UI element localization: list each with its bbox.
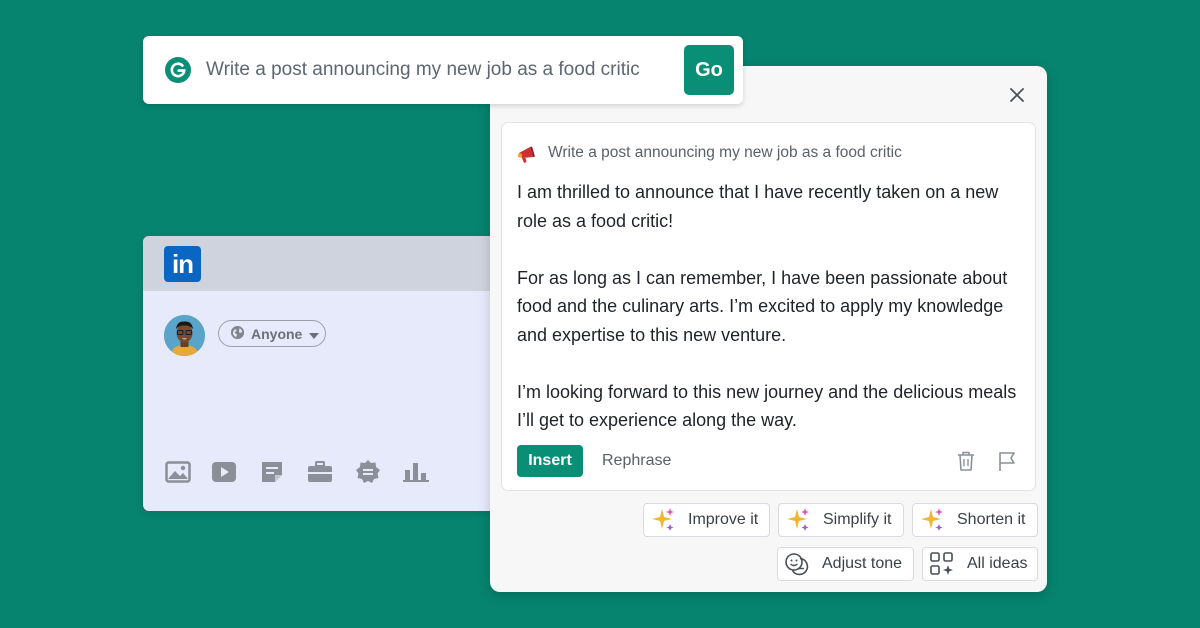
response-paragraph: For as long as I can remember, I have be… <box>517 267 1008 345</box>
chip-label: All ideas <box>967 555 1028 572</box>
linkedin-composer: in Anyone <box>143 236 543 511</box>
document-icon[interactable] <box>258 458 286 486</box>
shorten-it-chip[interactable]: Shorten it <box>912 503 1038 537</box>
rephrase-button[interactable]: Rephrase <box>602 445 671 477</box>
tone-faces-icon <box>784 551 810 577</box>
avatar <box>164 315 205 356</box>
chip-label: Simplify it <box>823 511 892 528</box>
improve-it-chip[interactable]: Improve it <box>643 503 770 537</box>
simplify-it-chip[interactable]: Simplify it <box>778 503 904 537</box>
globe-icon <box>230 325 245 343</box>
grammarly-g-icon <box>165 57 191 83</box>
go-button[interactable]: Go <box>684 45 734 95</box>
assistant-panel: Write a post announcing my new job as a … <box>490 66 1047 592</box>
prompt-bar[interactable]: Write a post announcing my new job as a … <box>143 36 743 104</box>
insert-button[interactable]: Insert <box>517 445 583 477</box>
prompt-echo: Write a post announcing my new job as a … <box>548 144 902 161</box>
response-paragraph: I’m looking forward to this new journey … <box>517 381 1017 431</box>
video-icon[interactable] <box>210 458 238 486</box>
badge-icon[interactable] <box>354 458 382 486</box>
caret-down-icon <box>309 326 320 342</box>
close-icon[interactable] <box>1005 83 1029 107</box>
sparkle-icon <box>650 507 676 533</box>
sparkle-icon <box>919 507 945 533</box>
audience-selector[interactable]: Anyone <box>218 320 326 347</box>
all-ideas-chip[interactable]: All ideas <box>922 547 1038 581</box>
response-paragraph: I am thrilled to announce that I have re… <box>517 182 999 231</box>
prompt-input[interactable]: Write a post announcing my new job as a … <box>206 59 640 81</box>
adjust-tone-chip[interactable]: Adjust tone <box>777 547 914 581</box>
generated-response: I am thrilled to announce that I have re… <box>517 178 1022 435</box>
linkedin-logo: in <box>164 246 201 282</box>
sparkle-icon <box>785 507 811 533</box>
chip-label: Adjust tone <box>822 555 903 572</box>
megaphone-icon <box>517 144 539 164</box>
grid-sparkle-icon <box>929 551 955 577</box>
linkedin-header <box>143 236 543 291</box>
audience-label: Anyone <box>251 325 303 342</box>
trash-icon[interactable] <box>955 450 977 472</box>
job-briefcase-icon[interactable] <box>306 458 334 486</box>
image-icon[interactable] <box>164 458 192 486</box>
poll-chart-icon[interactable] <box>402 458 430 486</box>
chip-label: Improve it <box>688 511 759 528</box>
response-card: Write a post announcing my new job as a … <box>501 122 1036 491</box>
chip-label: Shorten it <box>957 511 1026 528</box>
flag-icon[interactable] <box>996 450 1018 472</box>
